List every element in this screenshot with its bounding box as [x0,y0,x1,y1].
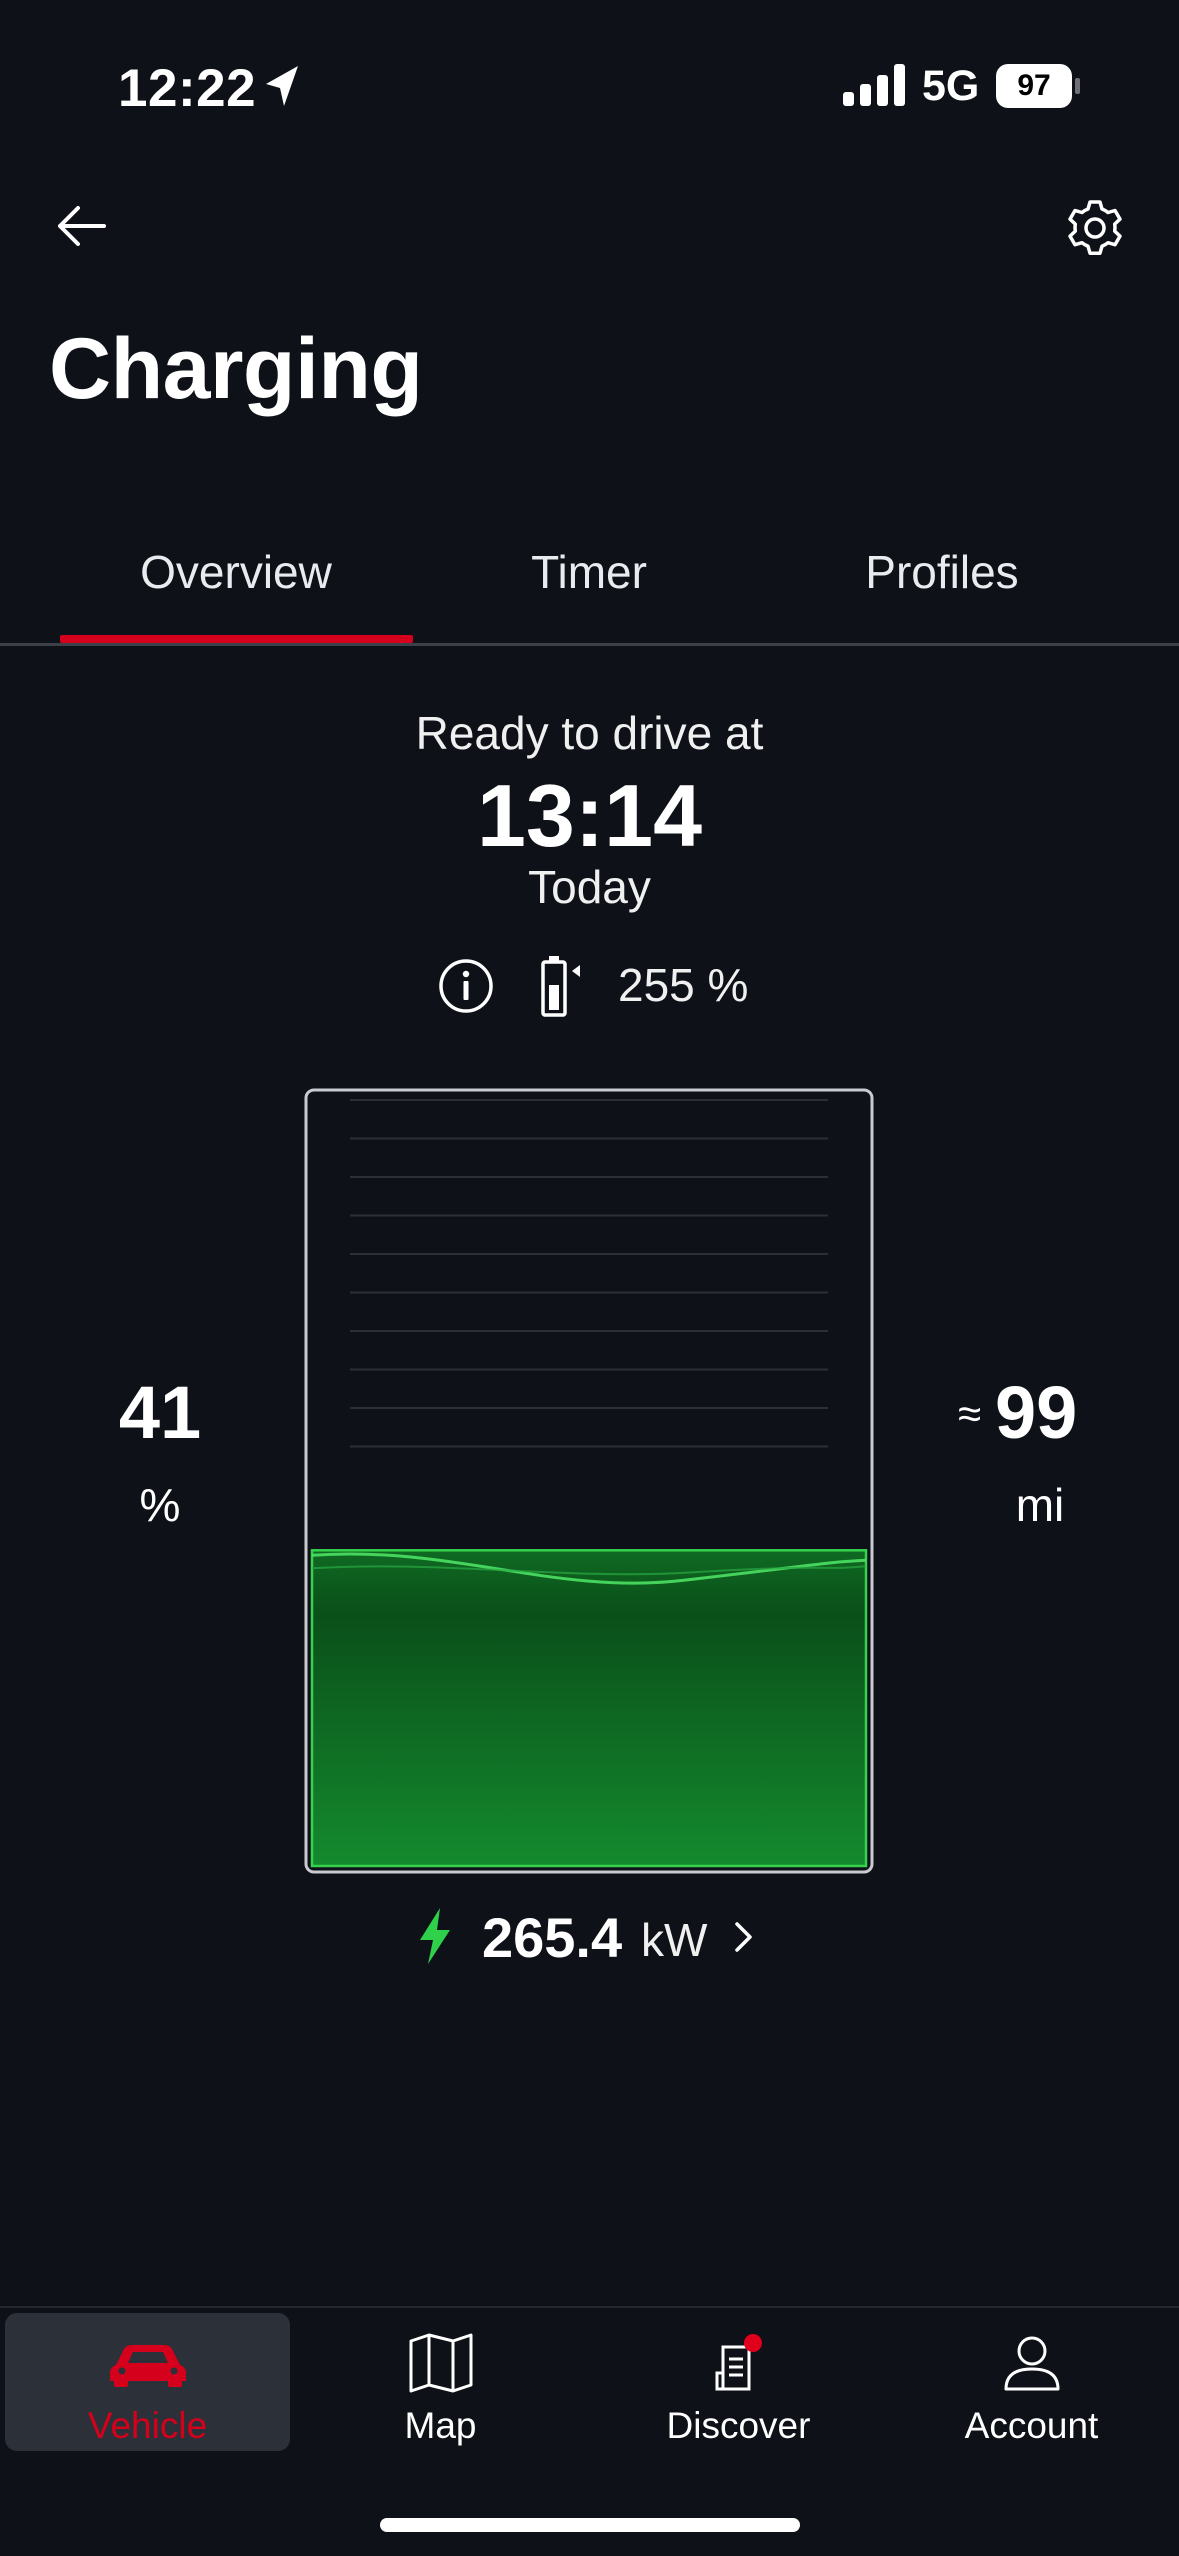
nav-map[interactable]: Map [298,2313,583,2451]
nav-account[interactable]: Account [889,2313,1174,2451]
account-icon [1004,2336,1059,2391]
range-value: 99 [995,1371,1078,1454]
battery-indicator: 97 [996,64,1080,108]
gauge-fill [310,1549,868,1868]
status-time: 12:22 [118,59,257,118]
discover-icon [715,2334,762,2391]
nav-discover-label: Discover [666,2405,811,2446]
battery-level: 97 [996,64,1072,108]
tab-timer[interactable]: Timer [412,545,766,599]
bottom-nav-divider [0,2306,1179,2308]
ready-time: 13:14 [476,766,703,865]
gear-icon[interactable] [1064,197,1126,259]
chevron-right-icon[interactable] [733,1920,755,1954]
charging-power-unit[interactable]: kW [641,1913,707,1967]
lightning-bolt-icon [420,1908,450,1964]
active-tab-indicator [60,635,413,643]
nav-map-label: Map [404,2405,477,2446]
charging-power-value[interactable]: 265.4 [482,1905,622,1970]
battery-nub [1075,78,1080,94]
tab-profiles[interactable]: Profiles [765,545,1119,599]
battery-target-icon [541,956,580,1017]
ready-to-drive-label: Ready to drive at [415,707,764,759]
location-arrow-icon [266,66,298,106]
info-icon[interactable] [438,958,494,1014]
state-of-charge-unit: % [139,1479,181,1531]
tab-overview[interactable]: Overview [59,545,413,599]
nav-account-label: Account [964,2405,1099,2446]
range-approx-symbol: ≈ [958,1390,982,1437]
network-type: 5G [922,62,980,110]
charge-level-gauge[interactable] [304,1088,874,1874]
map-icon [409,2333,472,2393]
target-charge-percent: 255 % [618,959,749,1011]
range-unit: mi [1015,1479,1065,1531]
notification-dot [743,2334,762,2352]
arrow-left-icon[interactable] [52,196,112,256]
nav-vehicle-label: Vehicle [87,2405,208,2446]
tabs-divider [0,643,1179,646]
home-indicator[interactable] [380,2518,800,2532]
cellular-signal-icon [843,64,905,106]
state-of-charge-value: 41 [118,1371,202,1454]
car-icon [109,2345,186,2387]
nav-vehicle[interactable]: Vehicle [5,2313,290,2451]
nav-discover[interactable]: Discover [596,2313,881,2451]
ready-day: Today [528,861,651,913]
tab-bar: Overview Timer Profiles [0,505,1179,645]
page-title: Charging [49,321,423,417]
